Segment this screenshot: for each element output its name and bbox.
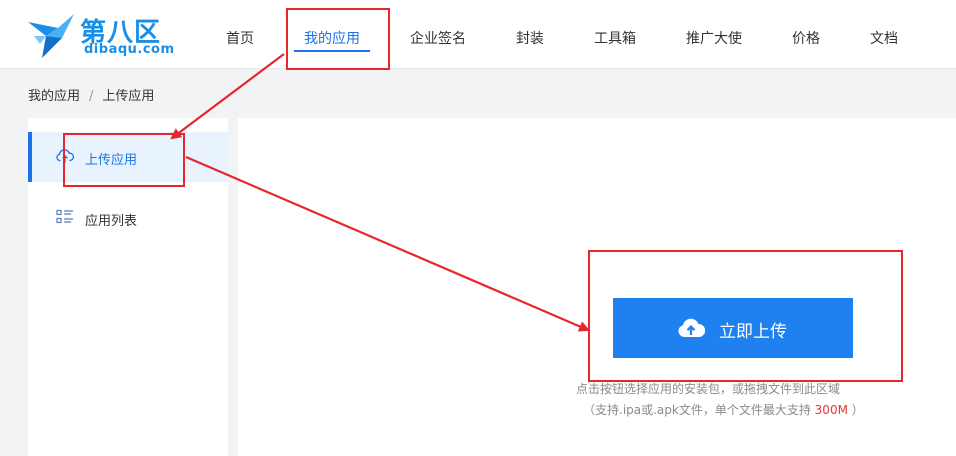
nav-item-package[interactable]: 封装	[516, 28, 544, 48]
breadcrumb: 我的应用 / 上传应用	[28, 85, 154, 104]
upload-hint-secondary: （支持.ipa或.apk文件，单个文件最大支持 300M ）	[583, 401, 864, 418]
nav-item-docs[interactable]: 文档	[870, 28, 898, 48]
nav-item-pricing[interactable]: 价格	[792, 28, 820, 48]
top-navbar: 第八区 dibaqu.com 首页 我的应用 企业签名 封装 工具箱 推广大使 …	[0, 0, 956, 69]
bird-logo-icon	[28, 14, 74, 58]
annotation-box-upload-button	[588, 250, 903, 382]
list-icon	[56, 209, 73, 224]
brand-domain: dibaqu.com	[84, 42, 175, 57]
brand-logo[interactable]: 第八区 dibaqu.com	[28, 10, 178, 62]
upload-hint-primary: 点击按钮选择应用的安装包，或拖拽文件到此区域	[576, 382, 841, 396]
hint-prefix: （支持.ipa或.apk文件，单个文件最大支持	[583, 403, 815, 417]
annotation-box-my-apps	[286, 8, 390, 70]
max-size-highlight: 300M	[814, 403, 848, 417]
annotation-box-upload-app	[63, 133, 185, 187]
sidebar-item-app-list[interactable]: 应用列表	[28, 193, 228, 243]
nav-item-enterprise-sign[interactable]: 企业签名	[410, 28, 466, 48]
breadcrumb-separator: /	[89, 89, 94, 104]
nav-item-home[interactable]: 首页	[226, 28, 254, 48]
breadcrumb-current: 上传应用	[102, 89, 155, 104]
sidebar-item-label: 应用列表	[85, 214, 138, 229]
hint-suffix: ）	[847, 403, 864, 417]
breadcrumb-root-link[interactable]: 我的应用	[28, 89, 80, 104]
nav-item-promoter[interactable]: 推广大使	[686, 28, 742, 48]
nav-item-toolbox[interactable]: 工具箱	[594, 28, 636, 48]
